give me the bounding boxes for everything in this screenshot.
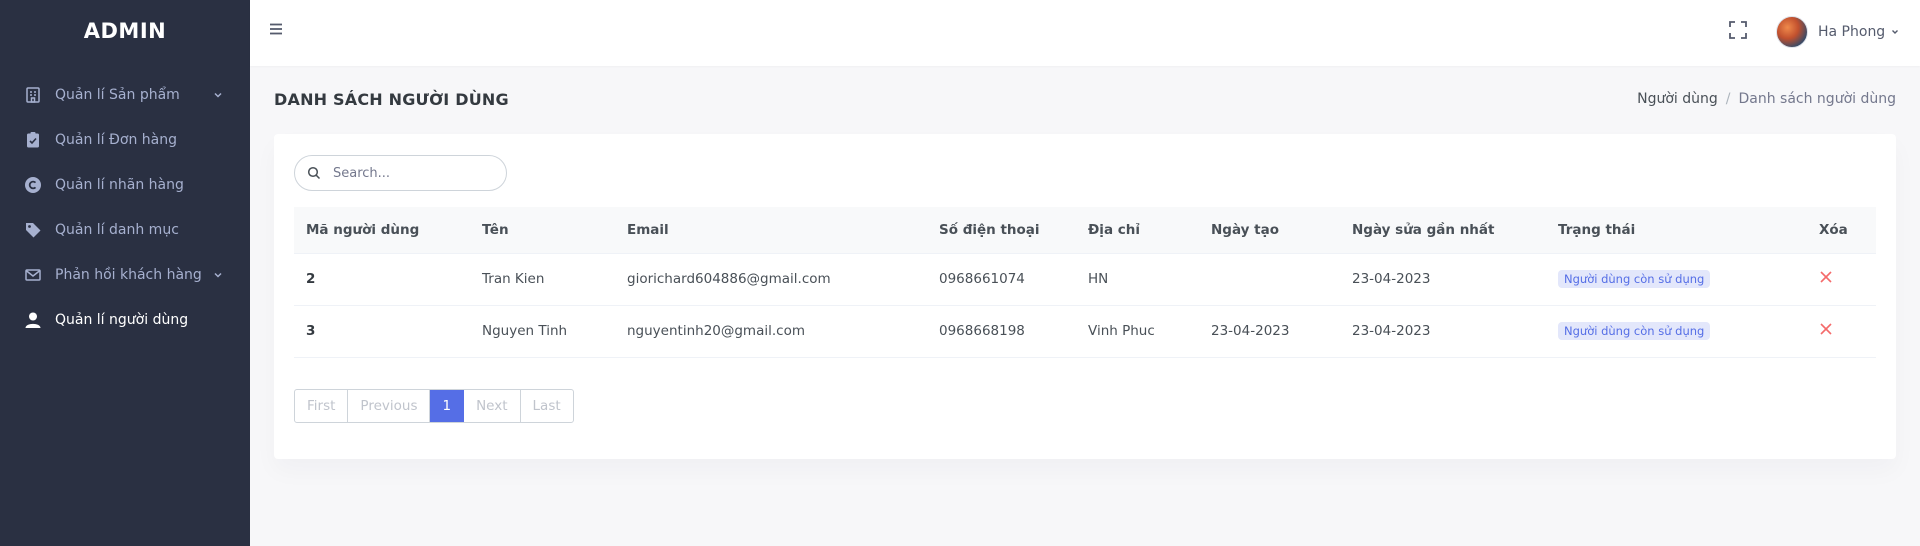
cell-delete [1807, 253, 1876, 305]
building-icon [23, 85, 43, 105]
column-header-created[interactable]: Ngày tạo [1199, 207, 1340, 254]
sidebar-item-label: Phản hồi khách hàng [55, 266, 202, 283]
copyright-icon [23, 175, 43, 195]
envelope-icon [23, 265, 43, 285]
cell-name: Tran Kien [482, 271, 545, 287]
cell-created: 23-04-2023 [1211, 323, 1290, 339]
cell-name: Nguyen Tinh [482, 323, 568, 339]
cell-created [1199, 253, 1340, 305]
page-title: DANH SÁCH NGƯỜI DÙNG [274, 90, 509, 109]
pagination: First Previous 1 Next Last [294, 389, 574, 423]
sidebar-item-label: Quản lí Sản phẩm [55, 86, 180, 103]
search-box[interactable] [294, 155, 507, 191]
table-row: 3 Nguyen Tinh nguyentinh20@gmail.com 096… [294, 305, 1876, 357]
column-header-user-id[interactable]: Mã người dùng [294, 207, 470, 254]
tag-icon [23, 220, 43, 240]
brand-logo[interactable]: ADMIN [0, 0, 250, 62]
column-header-name[interactable]: Tên [470, 207, 615, 254]
cell-email: giorichard604886@gmail.com [627, 271, 831, 287]
chevron-down-icon [214, 272, 222, 278]
users-table: Mã người dùng Tên Email Số điện thoại Đị… [294, 207, 1876, 358]
cell-user-id: 2 [306, 271, 316, 287]
breadcrumb-current: Danh sách người dùng [1738, 91, 1896, 107]
column-header-updated[interactable]: Ngày sửa gần nhất [1340, 207, 1546, 254]
user-icon [23, 310, 43, 330]
sidebar: ADMIN Quản lí Sản phẩm Quản lí Đơn hàng … [0, 0, 250, 546]
cell-updated: 23-04-2023 [1352, 271, 1431, 287]
cell-updated: 23-04-2023 [1352, 323, 1431, 339]
sidebar-item-brands[interactable]: Quản lí nhãn hàng [0, 162, 250, 207]
sidebar-item-label: Quản lí nhãn hàng [55, 176, 184, 193]
fullscreen-icon[interactable] [1728, 20, 1748, 40]
delete-icon[interactable] [1819, 270, 1833, 284]
cell-delete [1807, 305, 1876, 357]
column-header-email[interactable]: Email [615, 207, 927, 254]
search-input[interactable] [333, 165, 483, 181]
cell-phone: 0968668198 [939, 323, 1025, 339]
delete-icon[interactable] [1819, 322, 1833, 336]
column-header-phone[interactable]: Số điện thoại [927, 207, 1076, 254]
sidebar-item-label: Quản lí Đơn hàng [55, 131, 177, 148]
clipboard-check-icon [23, 130, 43, 150]
sidebar-item-feedback[interactable]: Phản hồi khách hàng [0, 252, 250, 297]
user-name: Ha Phong [1818, 24, 1886, 40]
table-header-row: Mã người dùng Tên Email Số điện thoại Đị… [294, 207, 1876, 254]
cell-status: Người dùng còn sử dụng [1546, 305, 1807, 357]
cell-user-id: 3 [306, 323, 316, 339]
user-dropdown[interactable]: Ha Phong [1776, 16, 1900, 48]
breadcrumb-users-link[interactable]: Người dùng [1637, 91, 1718, 107]
cell-address: Vinh Phuc [1088, 323, 1155, 339]
avatar [1776, 16, 1808, 48]
pagination-page-current[interactable]: 1 [430, 390, 465, 422]
chevron-down-icon [1892, 30, 1899, 34]
column-header-status[interactable]: Trạng thái [1546, 207, 1807, 254]
sidebar-item-users[interactable]: Quản lí người dùng [0, 297, 250, 342]
column-header-address[interactable]: Địa chỉ [1076, 207, 1199, 254]
cell-phone: 0968661074 [939, 271, 1025, 287]
pagination-last[interactable]: Last [521, 390, 573, 422]
pagination-first[interactable]: First [295, 390, 349, 422]
pagination-previous[interactable]: Previous [348, 390, 431, 422]
chevron-down-icon [214, 92, 222, 98]
cell-status: Người dùng còn sử dụng [1546, 253, 1807, 305]
sidebar-item-products[interactable]: Quản lí Sản phẩm [0, 72, 250, 117]
sidebar-item-orders[interactable]: Quản lí Đơn hàng [0, 117, 250, 162]
column-header-delete: Xóa [1807, 207, 1876, 254]
sidebar-menu: Quản lí Sản phẩm Quản lí Đơn hàng Quản l… [0, 72, 250, 342]
sidebar-item-label: Quản lí danh mục [55, 221, 179, 238]
sidebar-item-label: Quản lí người dùng [55, 311, 189, 328]
table-row: 2 Tran Kien giorichard604886@gmail.com 0… [294, 253, 1876, 305]
menu-toggle-icon[interactable] [268, 21, 284, 37]
pagination-next[interactable]: Next [464, 390, 521, 422]
status-badge: Người dùng còn sử dụng [1558, 270, 1711, 288]
cell-address: HN [1088, 271, 1109, 287]
user-list-card: Mã người dùng Tên Email Số điện thoại Đị… [274, 134, 1896, 459]
topbar: Ha Phong [250, 0, 1920, 66]
breadcrumb: Người dùng / Danh sách người dùng [1637, 91, 1896, 107]
cell-email: nguyentinh20@gmail.com [627, 323, 805, 339]
breadcrumb-separator: / [1725, 91, 1731, 107]
search-icon [307, 166, 321, 180]
sidebar-item-categories[interactable]: Quản lí danh mục [0, 207, 250, 252]
status-badge: Người dùng còn sử dụng [1558, 322, 1711, 340]
